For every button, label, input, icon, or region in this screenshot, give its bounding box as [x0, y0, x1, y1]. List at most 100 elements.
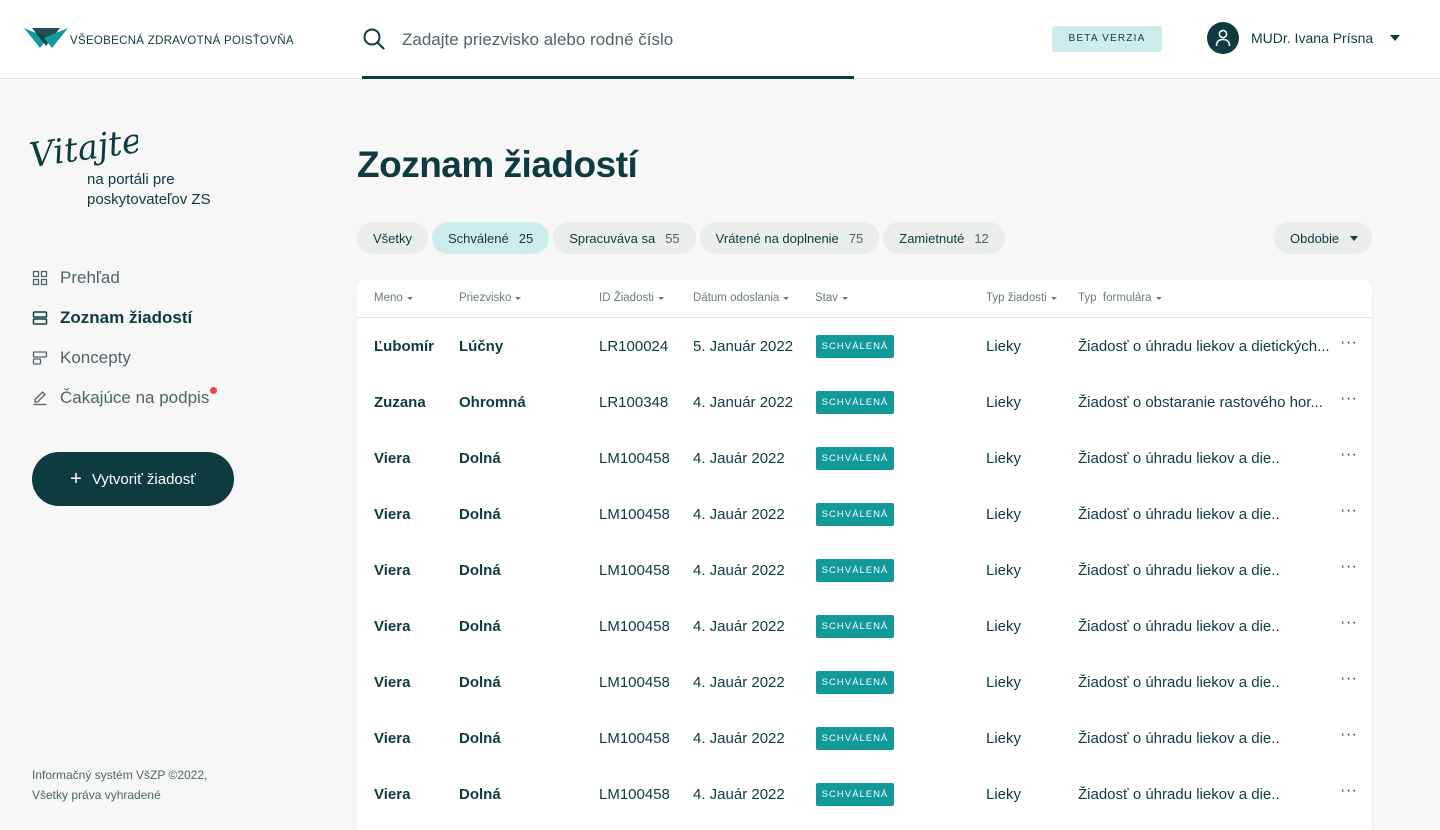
filter-chip-spracuvava-sa[interactable]: Spracuváva sa 55 — [553, 222, 696, 254]
cell-meno: Viera — [374, 674, 411, 691]
cell-priezvisko: Dolná — [459, 506, 501, 523]
cell-id: LR100348 — [599, 394, 669, 411]
cell-id: LM100458 — [599, 506, 670, 523]
table-row[interactable]: Ľubomír Lúčny LR100024 5. Január 2022 SCHVÁL… — [357, 318, 1372, 374]
search-icon[interactable] — [362, 27, 386, 51]
welcome-subtitle: na portáli pre poskytovateľov ZS — [87, 170, 211, 210]
cell-meno: Zuzana — [374, 394, 426, 411]
filter-chip-schvalene[interactable]: Schválené 25 — [432, 222, 550, 254]
filter-chip-zamietnute[interactable]: Zamietnuté 12 — [883, 222, 1005, 254]
filter-chip-count: 55 — [665, 230, 680, 246]
status-badge: SCHVÁLENÁ — [816, 615, 894, 638]
table-body: Ľubomír Lúčny LR100024 5. Január 2022 SCHVÁL… — [357, 318, 1372, 822]
more-icon[interactable]: ··· — [1340, 670, 1357, 688]
logo-icon — [24, 28, 68, 48]
status-filters: Všetky Schválené 25 Spracuváva sa 55 Vrá… — [357, 222, 1005, 254]
avatar[interactable] — [1207, 22, 1239, 54]
cell-id: LM100458 — [599, 786, 670, 803]
table-row[interactable]: Viera Dolná LM100458 4. Jauár 2022 SCHVÁLENÁ… — [357, 710, 1372, 766]
cell-typ-ziadosti: Lieky — [986, 450, 1022, 467]
grid-icon — [32, 270, 48, 286]
filter-chip-label: Spracuváva sa — [569, 230, 656, 246]
period-dropdown[interactable]: Obdobie — [1274, 222, 1372, 254]
column-header-id[interactable]: ID Žiadosti — [599, 292, 664, 304]
more-icon[interactable]: ··· — [1340, 390, 1357, 408]
column-header-typ-formulara[interactable]: Typ formulára — [1078, 292, 1162, 304]
cell-meno: Viera — [374, 730, 411, 747]
table-row[interactable]: Viera Dolná LM100458 4. Jauár 2022 SCHVÁLENÁ… — [357, 430, 1372, 486]
column-header-label: Dátum odoslania — [693, 292, 780, 304]
column-header-datum[interactable]: Dátum odoslania — [693, 292, 790, 304]
column-header-priezvisko[interactable]: Priezvisko — [459, 292, 522, 304]
cell-id: LM100458 — [599, 618, 670, 635]
status-badge: SCHVÁLENÁ — [816, 447, 894, 470]
table-row[interactable]: Viera Dolná LM100458 4. Jauár 2022 SCHVÁLENÁ… — [357, 486, 1372, 542]
user-name[interactable]: MUDr. Ivana Prísna — [1251, 30, 1373, 46]
more-icon[interactable]: ··· — [1340, 334, 1357, 352]
cell-datum: 4. Jauár 2022 — [693, 730, 785, 747]
welcome-line-2: poskytovateľov ZS — [87, 191, 211, 208]
cell-id: LM100458 — [599, 562, 670, 579]
cell-typ-ziadosti: Lieky — [986, 730, 1022, 747]
more-icon[interactable]: ··· — [1340, 558, 1357, 576]
table-row[interactable]: Zuzana Ohromná LR100348 4. Január 2022 SCHVÁ… — [357, 374, 1372, 430]
column-header-typ-ziadosti[interactable]: Typ žiadosti — [986, 292, 1057, 304]
sidebar-item-label: Zoznam žiadostí — [60, 308, 193, 327]
cell-datum: 4. Jauár 2022 — [693, 786, 785, 803]
cell-meno: Viera — [374, 562, 411, 579]
table-header: Meno Priezvisko ID Žiadosti Dátum odosla… — [357, 280, 1372, 318]
period-label: Obdobie — [1290, 230, 1340, 246]
cell-priezvisko: Dolná — [459, 618, 501, 635]
sidebar-item-cakajuce-na-podpis[interactable]: Čakajúce na podpis — [32, 378, 218, 418]
list-icon — [32, 311, 48, 325]
filter-chip-label: Všetky — [373, 230, 413, 246]
column-header-label: ID Žiadosti — [599, 292, 654, 304]
table-row[interactable]: Viera Dolná LM100458 4. Jauár 2022 SCHVÁLENÁ… — [357, 766, 1372, 822]
sidebar-item-label: Prehľad — [60, 268, 120, 287]
more-icon[interactable]: ··· — [1340, 614, 1357, 632]
cell-typ-formulara: Žiadosť o úhradu liekov a die.. — [1078, 730, 1280, 747]
plus-icon: + — [70, 467, 82, 490]
cell-typ-formulara: Žiadosť o úhradu liekov a die.. — [1078, 450, 1280, 467]
more-icon[interactable]: ··· — [1340, 446, 1357, 464]
cell-typ-formulara: Žiadosť o úhradu liekov a dietických... — [1078, 338, 1330, 355]
filter-chip-vratene-na-doplnenie[interactable]: Vrátené na doplnenie 75 — [699, 222, 880, 254]
filter-chip-vsetky[interactable]: Všetky — [357, 222, 429, 254]
sidebar-item-zoznam-ziadosti[interactable]: Zoznam žiadostí — [32, 298, 209, 338]
user-menu[interactable]: MUDr. Ivana Prísna — [1207, 22, 1373, 54]
user-icon — [1215, 29, 1231, 47]
filter-chip-label: Schválené — [448, 230, 509, 246]
filter-chip-count: 12 — [974, 230, 989, 246]
cell-typ-formulara: Žiadosť o obstaranie rastového hor... — [1078, 394, 1323, 411]
status-badge: SCHVÁLENÁ — [816, 559, 894, 582]
cell-typ-formulara: Žiadosť o úhradu liekov a die.. — [1078, 562, 1280, 579]
create-request-button[interactable]: + Vytvoriť žiadosť — [32, 452, 234, 506]
cell-typ-ziadosti: Lieky — [986, 618, 1022, 635]
cell-priezvisko: Dolná — [459, 730, 501, 747]
column-header-meno[interactable]: Meno — [374, 292, 413, 304]
cell-id: LM100458 — [599, 450, 670, 467]
more-icon[interactable]: ··· — [1340, 782, 1357, 800]
cell-typ-ziadosti: Lieky — [986, 674, 1022, 691]
table-row[interactable]: Viera Dolná LM100458 4. Jauár 2022 SCHVÁLENÁ… — [357, 654, 1372, 710]
sidebar-item-prehlad[interactable]: Prehľad — [32, 258, 209, 298]
column-header-stav[interactable]: Stav — [815, 292, 849, 304]
sidebar-item-koncepty[interactable]: Koncepty — [32, 338, 209, 378]
cell-typ-formulara: Žiadosť o úhradu liekov a die.. — [1078, 618, 1280, 635]
cell-meno: Viera — [374, 506, 411, 523]
more-icon[interactable]: ··· — [1340, 502, 1357, 520]
cell-priezvisko: Dolná — [459, 450, 501, 467]
filter-chip-label: Vrátené na doplnenie — [715, 230, 839, 246]
sidebar-footer: Informačný systém VšZP ©2022, Všetky prá… — [32, 765, 207, 805]
status-badge: SCHVÁLENÁ — [816, 503, 894, 526]
more-icon[interactable]: ··· — [1340, 726, 1357, 744]
create-request-label: Vytvoriť žiadosť — [91, 470, 196, 488]
requests-table: Meno Priezvisko ID Žiadosti Dátum odosla… — [357, 280, 1372, 830]
cell-priezvisko: Dolná — [459, 786, 501, 803]
table-row[interactable]: Viera Dolná LM100458 4. Jauár 2022 SCHVÁLENÁ… — [357, 598, 1372, 654]
chevron-down-icon[interactable] — [1390, 35, 1400, 41]
table-row[interactable]: Viera Dolná LM100458 4. Jauár 2022 SCHVÁLENÁ… — [357, 542, 1372, 598]
logo[interactable]: VŠEOBECNÁ ZDRAVOTNÁ POISŤOVŇA — [24, 24, 294, 52]
search-input[interactable] — [402, 24, 842, 56]
notification-dot — [210, 387, 218, 394]
